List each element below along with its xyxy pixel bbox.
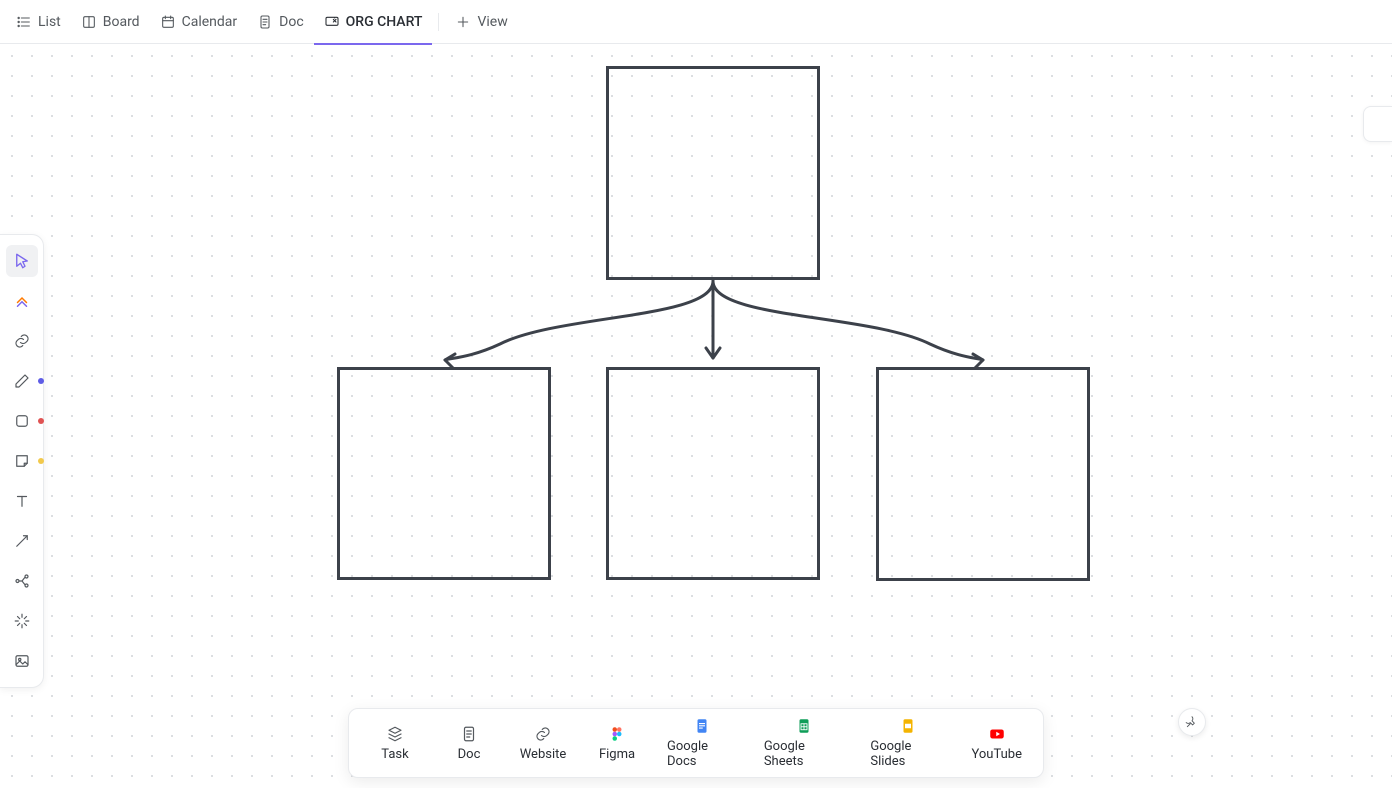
tab-list[interactable]: List	[6, 0, 71, 44]
tab-separator	[438, 13, 439, 31]
whiteboard-icon	[324, 14, 340, 30]
plus-icon	[455, 14, 471, 30]
tab-add-view[interactable]: View	[445, 0, 517, 44]
insert-label: Google Docs	[667, 739, 738, 769]
color-indicator	[38, 378, 44, 384]
youtube-icon	[988, 725, 1006, 743]
sticky-note-tool[interactable]	[6, 445, 38, 477]
shape-tool[interactable]	[6, 405, 38, 437]
insert-google-sheets[interactable]: Google Sheets	[764, 717, 845, 769]
doc-icon	[460, 725, 478, 743]
tab-label: ORG CHART	[346, 14, 423, 30]
tab-calendar[interactable]: Calendar	[150, 0, 248, 44]
insert-label: Task	[381, 747, 408, 762]
tab-doc[interactable]: Doc	[247, 0, 314, 44]
link-tool[interactable]	[6, 325, 38, 357]
select-tool[interactable]	[6, 245, 38, 277]
insert-label: Doc	[458, 747, 481, 762]
calendar-icon	[160, 14, 176, 30]
color-indicator	[38, 458, 44, 464]
tab-label: List	[38, 14, 61, 30]
insert-figma[interactable]: Figma	[593, 725, 641, 762]
pen-tool[interactable]	[6, 365, 38, 397]
whiteboard-canvas[interactable]: Task Doc Website Figma Google Docs	[0, 44, 1392, 788]
task-icon	[386, 725, 404, 743]
insert-google-slides[interactable]: Google Slides	[870, 717, 946, 769]
insert-label: YouTube	[971, 747, 1022, 762]
ai-tool[interactable]	[6, 605, 38, 637]
color-indicator	[38, 418, 44, 424]
chart-layer	[0, 44, 1392, 788]
google-sheets-icon	[795, 717, 813, 735]
tab-label: View	[477, 14, 507, 30]
connector-tool[interactable]	[6, 525, 38, 557]
insert-label: Google Sheets	[764, 739, 845, 769]
insert-google-docs[interactable]: Google Docs	[667, 717, 738, 769]
insert-label: Google Slides	[870, 739, 946, 769]
org-chart-connectors	[0, 44, 1392, 788]
insert-task[interactable]: Task	[371, 725, 419, 762]
board-icon	[81, 14, 97, 30]
insert-youtube[interactable]: YouTube	[972, 725, 1021, 762]
google-docs-icon	[693, 717, 711, 735]
mindmap-tool[interactable]	[6, 565, 38, 597]
google-slides-icon	[899, 717, 917, 735]
pin-button[interactable]	[1178, 708, 1206, 736]
tab-board[interactable]: Board	[71, 0, 150, 44]
canvas-controls-right[interactable]	[1363, 106, 1392, 142]
clickup-items-tool[interactable]	[6, 285, 38, 317]
insert-website[interactable]: Website	[519, 725, 567, 762]
tab-org-chart[interactable]: ORG CHART	[314, 0, 433, 44]
image-tool[interactable]	[6, 645, 38, 677]
list-icon	[16, 14, 32, 30]
left-toolbar	[0, 234, 44, 688]
insert-label: Figma	[599, 747, 635, 762]
tab-label: Board	[103, 14, 140, 30]
figma-icon	[608, 725, 626, 743]
insert-bar: Task Doc Website Figma Google Docs	[348, 708, 1044, 778]
insert-label: Website	[520, 747, 567, 762]
link-icon	[534, 725, 552, 743]
doc-icon	[257, 14, 273, 30]
view-tabs: List Board Calendar Doc ORG CHART View	[0, 0, 1392, 44]
insert-doc[interactable]: Doc	[445, 725, 493, 762]
tab-label: Calendar	[182, 14, 238, 30]
text-tool[interactable]	[6, 485, 38, 517]
tab-label: Doc	[279, 14, 304, 30]
